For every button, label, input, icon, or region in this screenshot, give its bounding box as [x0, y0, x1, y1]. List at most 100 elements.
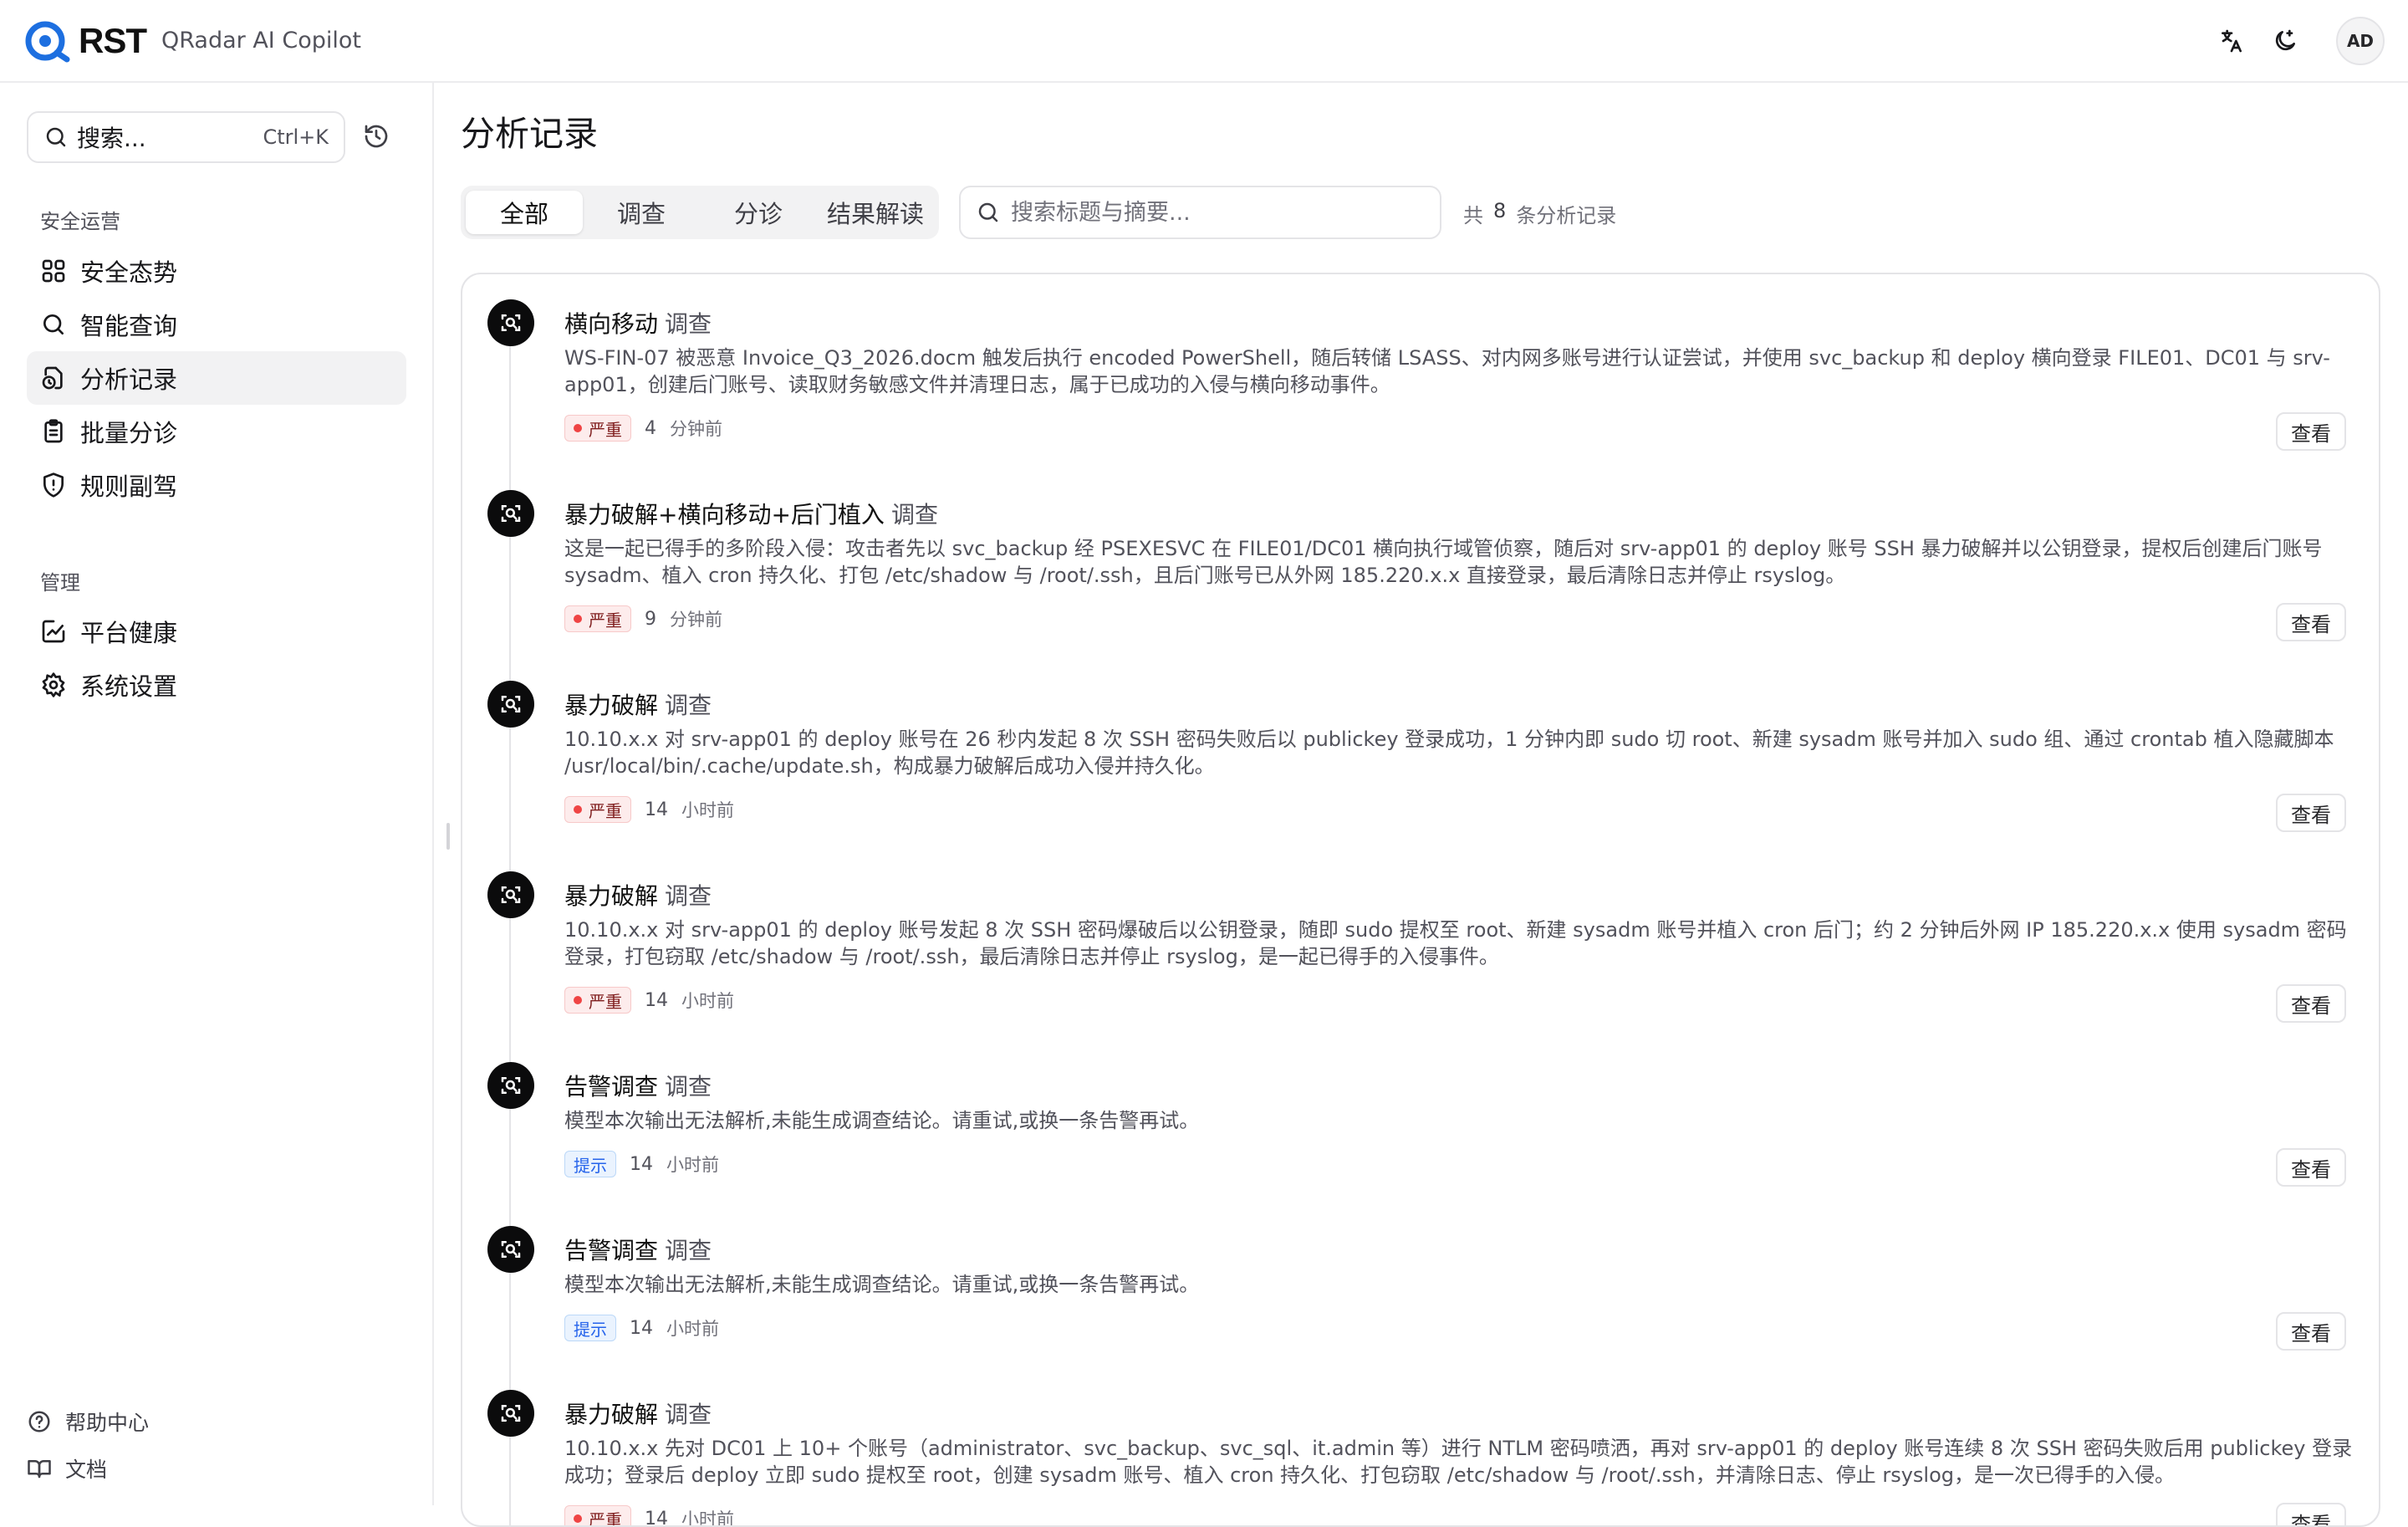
record-title-text: 暴力破解	[564, 882, 658, 910]
record-type: 调查	[891, 501, 938, 529]
book-icon	[27, 1456, 52, 1481]
sidebar-item-security-posture[interactable]: 安全态势	[27, 244, 406, 298]
logo-mark-icon	[23, 19, 77, 63]
record-count-prefix: 共	[1463, 199, 1483, 228]
tab-investigation[interactable]: 调查	[583, 191, 700, 234]
record-title[interactable]: 暴力破解调查	[564, 878, 712, 912]
investigation-icon	[487, 1390, 534, 1437]
record-meta: 严重 14 小时前	[564, 1505, 734, 1527]
record-count-value: 8	[1493, 199, 1506, 228]
record-meta: 提示 14 小时前	[564, 1315, 719, 1341]
sidebar-item-label: 分析记录	[80, 360, 177, 396]
user-avatar[interactable]: AD	[2336, 17, 2385, 65]
investigation-icon	[487, 871, 534, 918]
record-title[interactable]: 暴力破解+横向移动+后门植入调查	[564, 497, 938, 530]
severity-badge: 严重	[564, 605, 631, 632]
record-summary: 模型本次输出无法解析,未能生成调查结论。请重试,或换一条告警再试。	[564, 1107, 2354, 1134]
severity-badge: 严重	[564, 987, 631, 1014]
record-filter-tabs: 全部 调查 分诊 结果解读	[461, 186, 939, 239]
help-circle-icon	[27, 1409, 52, 1434]
tab-result-interpretation[interactable]: 结果解读	[817, 191, 934, 234]
record-title-text: 暴力破解	[564, 692, 658, 719]
record-title[interactable]: 暴力破解调查	[564, 687, 712, 721]
record-meta: 严重 9 分钟前	[564, 605, 722, 632]
view-button[interactable]: 查看	[2276, 603, 2346, 641]
translate-icon[interactable]	[2216, 25, 2247, 57]
sidebar-item-system-settings[interactable]: 系统设置	[27, 658, 406, 712]
header-actions: AD	[2216, 17, 2385, 65]
docs-link[interactable]: 文档	[27, 1453, 107, 1484]
severity-dot	[574, 805, 582, 814]
record-time-value: 4	[645, 418, 656, 439]
record-title-text: 横向移动	[564, 310, 658, 338]
severity-label: 严重	[589, 988, 622, 1013]
record-title-text: 告警调查	[564, 1073, 658, 1101]
record-title[interactable]: 告警调查调查	[564, 1233, 712, 1266]
record-meta: 严重 14 小时前	[564, 796, 734, 823]
severity-label: 严重	[589, 798, 622, 822]
record-title-text: 暴力破解	[564, 1401, 658, 1428]
view-button[interactable]: 查看	[2276, 794, 2346, 832]
sidebar-resize-handle[interactable]	[446, 823, 450, 850]
sidebar-item-label: 系统设置	[80, 667, 177, 702]
record-meta: 提示 14 小时前	[564, 1151, 719, 1177]
record-time-value: 14	[645, 1509, 668, 1527]
group-label-security-ops: 安全运营	[40, 205, 120, 234]
tab-all[interactable]: 全部	[466, 191, 583, 234]
sidebar-item-label: 规则副驾	[80, 467, 177, 503]
record-title[interactable]: 告警调查调查	[564, 1069, 712, 1102]
history-button[interactable]	[363, 123, 396, 156]
top-header: RST QRadar AI Copilot AD	[0, 0, 2408, 83]
record-title[interactable]: 横向移动调查	[564, 306, 712, 340]
view-button[interactable]: 查看	[2276, 1503, 2346, 1527]
record-time-unit: 分钟前	[670, 606, 722, 631]
help-center-link[interactable]: 帮助中心	[27, 1407, 149, 1437]
sidebar-item-label: 安全态势	[80, 253, 177, 289]
view-button[interactable]: 查看	[2276, 1312, 2346, 1351]
severity-label: 严重	[589, 607, 622, 631]
record-type: 调查	[665, 1073, 712, 1101]
sidebar-item-rule-copilot[interactable]: 规则副驾	[27, 458, 406, 512]
search-placeholder: 搜索...	[77, 120, 146, 154]
record-time-value: 14	[630, 1318, 653, 1339]
logo-text: RST	[79, 21, 146, 61]
brand-logo[interactable]: RST QRadar AI Copilot	[23, 16, 361, 66]
footer-link-label: 帮助中心	[65, 1407, 149, 1437]
sidebar-item-analysis-records[interactable]: 分析记录	[27, 351, 406, 405]
sidebar-search[interactable]: 搜索... Ctrl+K	[27, 111, 345, 163]
record-time-unit: 小时前	[666, 1152, 719, 1177]
record-type: 调查	[665, 882, 712, 910]
record-summary: 10.10.x.x 对 srv-app01 的 deploy 账号在 26 秒内…	[564, 726, 2354, 779]
sidebar: 搜索... Ctrl+K 安全运营 安全态势 智能查询 分析记录 批量分诊	[0, 83, 434, 1505]
record-time-unit: 小时前	[681, 988, 734, 1013]
view-button[interactable]: 查看	[2276, 1148, 2346, 1187]
search-shortcut: Ctrl+K	[263, 125, 329, 149]
view-button[interactable]: 查看	[2276, 412, 2346, 451]
gear-icon	[40, 672, 67, 698]
sidebar-item-label: 平台健康	[80, 614, 177, 649]
record-search-input[interactable]	[1011, 200, 1425, 226]
record-meta: 严重 14 小时前	[564, 987, 734, 1014]
record-summary: 模型本次输出无法解析,未能生成调查结论。请重试,或换一条告警再试。	[564, 1271, 2354, 1298]
record-time-unit: 分钟前	[670, 416, 722, 441]
severity-label: 严重	[589, 416, 622, 441]
record-meta: 严重 4 分钟前	[564, 415, 722, 442]
clipboard-icon	[40, 418, 67, 445]
search-icon	[43, 125, 69, 150]
theme-toggle-icon[interactable]	[2269, 25, 2301, 57]
view-button[interactable]: 查看	[2276, 984, 2346, 1023]
tab-triage[interactable]: 分诊	[700, 191, 817, 234]
shield-alert-icon	[40, 472, 67, 498]
sidebar-item-platform-health[interactable]: 平台健康	[27, 605, 406, 658]
chart-box-icon	[40, 618, 67, 645]
record-type: 调查	[665, 692, 712, 719]
record-type: 调查	[665, 1237, 712, 1264]
record-time-unit: 小时前	[681, 797, 734, 822]
record-time-unit: 小时前	[681, 1506, 734, 1527]
records-list: 横向移动调查 WS-FIN-07 被恶意 Invoice_Q3_2026.doc…	[461, 273, 2380, 1527]
record-title[interactable]: 暴力破解调查	[564, 1397, 712, 1430]
sidebar-item-batch-triage[interactable]: 批量分诊	[27, 405, 406, 458]
sidebar-item-smart-query[interactable]: 智能查询	[27, 298, 406, 351]
record-summary: 10.10.x.x 对 srv-app01 的 deploy 账号发起 8 次 …	[564, 917, 2354, 970]
record-time-value: 14	[645, 990, 668, 1011]
